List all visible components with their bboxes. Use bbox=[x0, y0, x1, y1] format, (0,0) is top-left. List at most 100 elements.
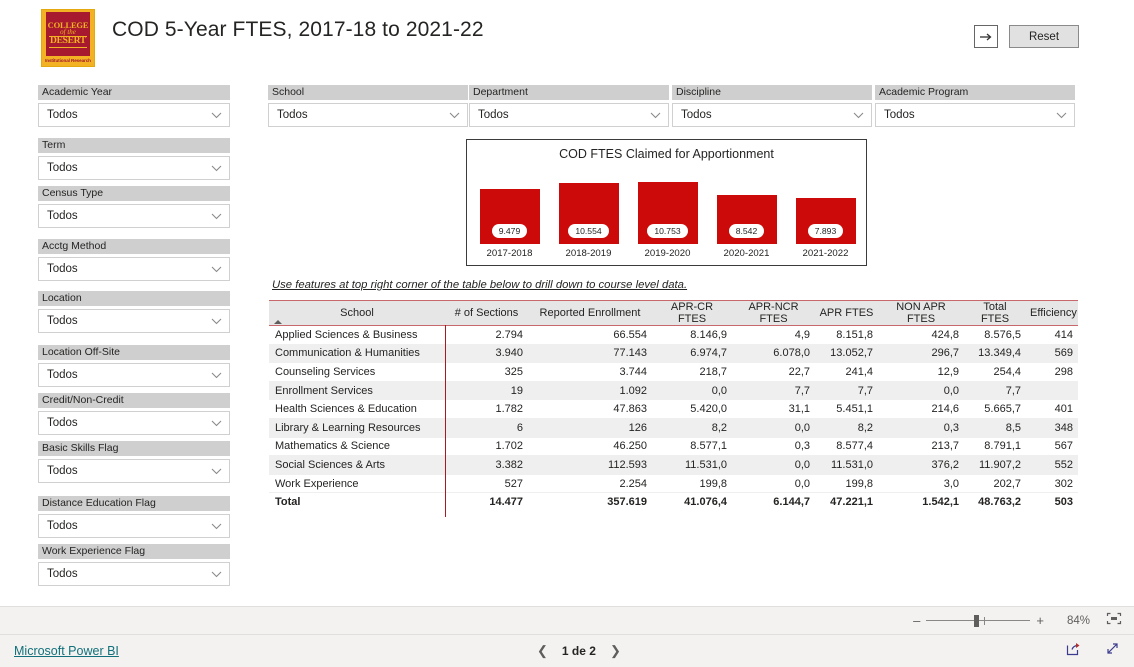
zoom-in-button[interactable]: + bbox=[1036, 613, 1044, 628]
cell-sections: 1.782 bbox=[445, 399, 528, 419]
table-row[interactable]: Applied Sciences & Business 2.794 66.554 8.… bbox=[269, 325, 1078, 345]
bar-2020-2021[interactable]: 8.542 bbox=[716, 195, 777, 244]
cell-sections: 325 bbox=[445, 362, 528, 382]
slicer-value-credit-non-credit: Todos bbox=[47, 417, 78, 429]
chevron-left-icon[interactable]: ❮ bbox=[537, 643, 548, 659]
bar-2017-2018[interactable]: 9.479 bbox=[479, 189, 540, 244]
chevron-right-icon[interactable]: ❯ bbox=[610, 643, 621, 659]
cell-apr_ncr: 0,0 bbox=[732, 455, 815, 475]
cell-apr_cr: 11.531,0 bbox=[652, 455, 732, 475]
cell-sections: 6 bbox=[445, 418, 528, 438]
table-row[interactable]: Communication & Humanities 3.940 77.143 6.9… bbox=[269, 344, 1078, 364]
cell-total: 8.791,1 bbox=[964, 437, 1026, 457]
slicer-value-census-type: Todos bbox=[47, 210, 78, 222]
slicer-dropdown-location-off-site[interactable]: Todos bbox=[38, 363, 230, 387]
slicer-dropdown-academic-year[interactable]: Todos bbox=[38, 103, 230, 127]
top-slicer-value-department: Todos bbox=[478, 109, 509, 121]
column-header-of-sections[interactable]: # of Sections bbox=[445, 300, 528, 326]
bar-2021-2022[interactable]: 7.893 bbox=[795, 198, 856, 244]
ftes-table-container[interactable]: School # of Sections Reported Enrollment AP… bbox=[269, 300, 1078, 517]
cell-sections: 19 bbox=[445, 381, 528, 401]
cell-apr: 13.052,7 bbox=[815, 344, 878, 364]
top-slicer-dropdown-academic-program[interactable]: Todos bbox=[875, 103, 1075, 127]
logo-crest: COLLEGE of the DESERT bbox=[46, 12, 90, 56]
bar-2018-2019[interactable]: 10.554 bbox=[558, 183, 619, 244]
slicer-dropdown-location[interactable]: Todos bbox=[38, 309, 230, 333]
column-header-efficiency[interactable]: Efficiency bbox=[1026, 300, 1078, 326]
slicer-location-off-site: Location Off-Site Todos bbox=[38, 345, 230, 387]
table-row[interactable]: Health Sciences & Education 1.782 47.863 5.… bbox=[269, 399, 1078, 419]
slicer-dropdown-credit-non-credit[interactable]: Todos bbox=[38, 411, 230, 435]
report-header: COLLEGE of the DESERT Institutional Rese… bbox=[0, 0, 1134, 76]
slicer-dropdown-work-experience-flag[interactable]: Todos bbox=[38, 562, 230, 586]
table-row[interactable]: Counseling Services 325 3.744 218,7 22,7 241,… bbox=[269, 362, 1078, 382]
zoom-percent-label: 84% bbox=[1066, 614, 1090, 627]
report-footer: Microsoft Power BI ❮ 1 de 2 ❯ bbox=[0, 634, 1134, 667]
cell-apr_ncr: 31,1 bbox=[732, 399, 815, 419]
school-column-divider bbox=[445, 321, 446, 517]
share-icon[interactable] bbox=[1066, 641, 1081, 661]
cell-enrollment: 112.593 bbox=[528, 455, 652, 475]
column-header-reported-enrollment[interactable]: Reported Enrollment bbox=[528, 300, 652, 326]
table-row[interactable]: Work Experience 527 2.254 199,8 0,0 199,8 3,0 2… bbox=[269, 474, 1078, 494]
zoom-slider-tick bbox=[984, 616, 986, 625]
cell-apr: 8.577,4 bbox=[815, 437, 878, 457]
cell-total: 202,7 bbox=[964, 474, 1026, 494]
chevron-down-icon bbox=[211, 165, 222, 171]
total-cell-enrollment: 357.619 bbox=[528, 492, 652, 512]
cell-school: Communication & Humanities bbox=[269, 344, 445, 364]
chevron-down-icon bbox=[211, 523, 222, 529]
column-header-apr-ftes[interactable]: APR FTES bbox=[815, 300, 878, 326]
microsoft-power-bi-link[interactable]: Microsoft Power BI bbox=[14, 644, 119, 658]
slicer-work-experience-flag: Work Experience Flag Todos bbox=[38, 544, 230, 586]
slicer-dropdown-basic-skills-flag[interactable]: Todos bbox=[38, 459, 230, 483]
total-cell-school: Total bbox=[269, 492, 445, 512]
chevron-down-icon bbox=[211, 571, 222, 577]
fullscreen-glyph bbox=[1107, 643, 1118, 654]
chevron-down-icon bbox=[211, 213, 222, 219]
bar-category-label: 2021-2022 bbox=[802, 248, 849, 259]
zoom-slider-thumb[interactable] bbox=[974, 614, 980, 627]
table-row[interactable]: Mathematics & Science 1.702 46.250 8.577,1 0… bbox=[269, 437, 1078, 457]
reset-button[interactable]: Reset bbox=[1009, 25, 1079, 48]
logo-line-3: DESERT bbox=[49, 36, 87, 48]
top-slicer-dropdown-school[interactable]: Todos bbox=[268, 103, 468, 127]
table-body: Applied Sciences & Business 2.794 66.554 8.… bbox=[269, 325, 1078, 512]
table-row[interactable]: Social Sciences & Arts 3.382 112.593 11.531… bbox=[269, 455, 1078, 475]
cell-school: Library & Learning Resources bbox=[269, 418, 445, 438]
column-header-total-ftes[interactable]: Total FTES bbox=[964, 300, 1026, 326]
slicer-credit-non-credit: Credit/Non-Credit Todos bbox=[38, 393, 230, 435]
cell-non_apr: 0,3 bbox=[878, 418, 964, 438]
zoom-slider[interactable] bbox=[926, 614, 1031, 627]
cell-efficiency bbox=[1026, 381, 1078, 401]
table-row[interactable]: Enrollment Services 19 1.092 0,0 7,7 7,7 0,0 7,… bbox=[269, 381, 1078, 401]
cell-apr_ncr: 7,7 bbox=[732, 381, 815, 401]
slicer-label-distance-education-flag: Distance Education Flag bbox=[38, 496, 230, 511]
column-header-school[interactable]: School bbox=[269, 300, 445, 326]
column-header-apr-ncr-ftes[interactable]: APR-NCR FTES bbox=[732, 300, 815, 326]
bar-value-label: 9.479 bbox=[491, 224, 528, 238]
top-slicer-label-discipline: Discipline bbox=[672, 85, 872, 100]
bar-group-2019-2020: 10.753 2019-2020 bbox=[637, 182, 698, 259]
slicer-label-acctg-method: Acctg Method bbox=[38, 239, 230, 254]
column-header-apr-cr-ftes[interactable]: APR-CR FTES bbox=[652, 300, 732, 326]
fit-to-page-icon[interactable] bbox=[1106, 612, 1122, 630]
ftes-bar-chart[interactable]: COD FTES Claimed for Apportionment 9.479… bbox=[466, 139, 867, 266]
slicer-dropdown-acctg-method[interactable]: Todos bbox=[38, 257, 230, 281]
cell-total: 11.907,2 bbox=[964, 455, 1026, 475]
zoom-out-button[interactable]: – bbox=[913, 613, 920, 628]
logo-line-2: of the bbox=[60, 28, 76, 36]
bar-2019-2020[interactable]: 10.753 bbox=[637, 182, 698, 244]
top-slicer-dropdown-discipline[interactable]: Todos bbox=[672, 103, 872, 127]
arrow-right-box-icon[interactable] bbox=[974, 25, 998, 48]
slicer-dropdown-term[interactable]: Todos bbox=[38, 156, 230, 180]
table-row[interactable]: Library & Learning Resources 6 126 8,2 0,0 8,… bbox=[269, 418, 1078, 438]
top-slicer-dropdown-department[interactable]: Todos bbox=[469, 103, 669, 127]
cell-total: 8.576,5 bbox=[964, 325, 1026, 345]
cell-apr: 199,8 bbox=[815, 474, 878, 494]
slicer-dropdown-distance-education-flag[interactable]: Todos bbox=[38, 514, 230, 538]
column-header-non-apr-ftes[interactable]: NON APR FTES bbox=[878, 300, 964, 326]
cell-apr_cr: 8.577,1 bbox=[652, 437, 732, 457]
slicer-dropdown-census-type[interactable]: Todos bbox=[38, 204, 230, 228]
fullscreen-icon[interactable] bbox=[1105, 641, 1120, 661]
